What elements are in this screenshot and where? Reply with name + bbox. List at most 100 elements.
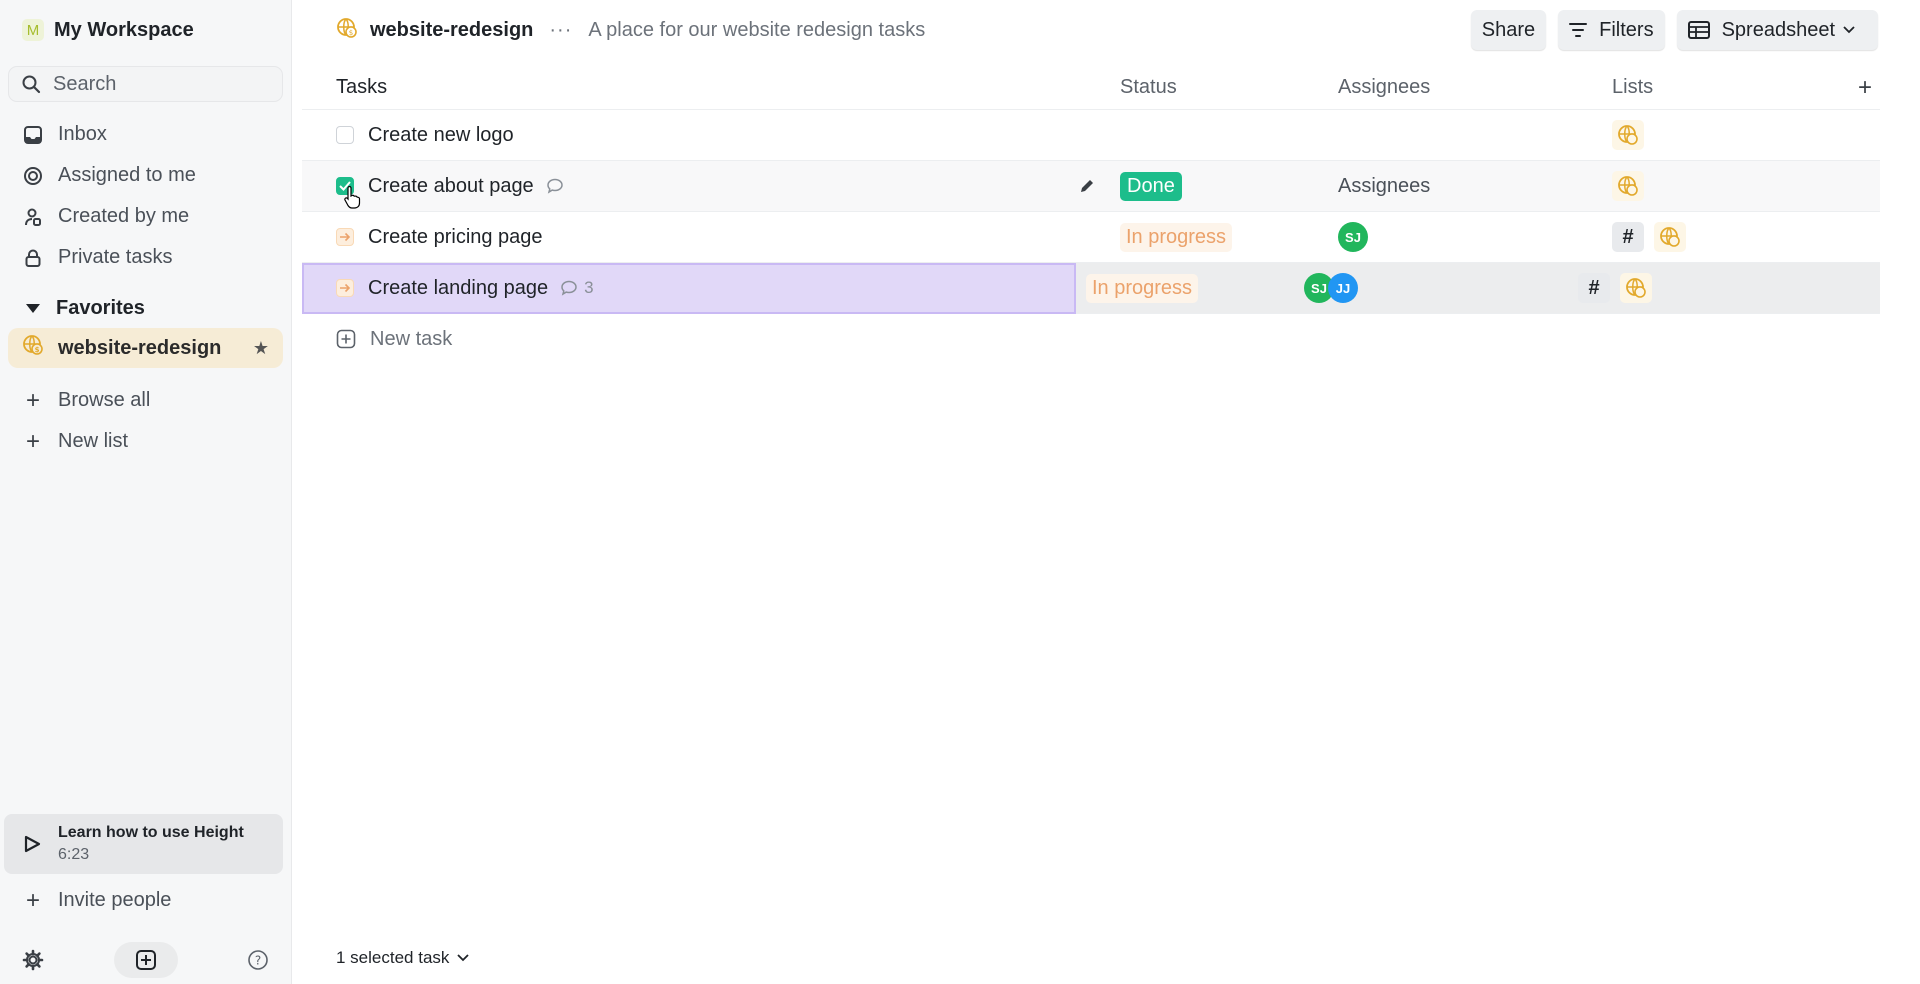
lists-cell[interactable]	[1612, 120, 1850, 150]
column-header-status[interactable]: Status	[1110, 76, 1338, 99]
task-name[interactable]: Create landing page	[368, 277, 548, 300]
favorites-title: Favorites	[56, 296, 145, 319]
search-box[interactable]	[8, 66, 283, 102]
more-options-icon[interactable]: ···	[549, 19, 572, 42]
chevron-down-icon	[1843, 26, 1855, 34]
globe-icon	[1620, 273, 1652, 303]
lists-cell[interactable]: #	[1612, 222, 1850, 252]
project-title[interactable]: website-redesign	[370, 19, 533, 42]
browse-all-button[interactable]: + Browse all	[8, 380, 283, 421]
assignees-placeholder: Assignees	[1338, 174, 1431, 197]
chevron-down-icon	[457, 954, 470, 962]
learn-title: Learn how to use Height	[58, 824, 244, 841]
task-name[interactable]: Create pricing page	[368, 226, 543, 249]
sidebar-bottom-toolbar: ?	[8, 942, 283, 978]
sidebar: M My Workspace Inbox Assigned to me Crea…	[0, 0, 292, 984]
favorite-label: website-redesign	[58, 336, 222, 359]
column-header-assignees[interactable]: Assignees	[1338, 76, 1612, 99]
plus-icon: +	[25, 427, 40, 455]
hash-icon: #	[1578, 273, 1610, 303]
sidebar-item-label: Assigned to me	[58, 164, 196, 186]
header-actions: Share Filters Spreadsheet	[1470, 10, 1878, 50]
table-header: Tasks Status Assignees Lists +	[302, 66, 1880, 110]
share-button[interactable]: Share	[1470, 10, 1547, 50]
column-header-lists[interactable]: Lists	[1612, 76, 1850, 99]
table-row[interactable]: Create about page Done Assignees	[302, 161, 1880, 212]
new-list-button[interactable]: + New list	[8, 421, 283, 462]
sidebar-item-label: Private tasks	[58, 246, 173, 268]
favorites-header[interactable]: Favorites	[8, 288, 283, 328]
hand-cursor-icon	[344, 186, 361, 209]
learn-duration: 6:23	[58, 846, 90, 863]
project-header: $ website-redesign ··· A place for our w…	[292, 0, 1920, 60]
sidebar-item-created[interactable]: Created by me	[8, 196, 283, 237]
add-column-button[interactable]: +	[1850, 74, 1880, 102]
task-status-in-progress-icon[interactable]	[336, 279, 354, 297]
lock-icon	[22, 247, 44, 269]
workspace-avatar: M	[22, 19, 44, 41]
status-cell[interactable]: In progress	[1110, 222, 1338, 252]
table-row[interactable]: Create pricing page In progress SJ #	[302, 212, 1880, 263]
lists-cell[interactable]	[1612, 171, 1850, 201]
task-name[interactable]: Create new logo	[368, 124, 514, 147]
hash-icon: #	[1612, 222, 1644, 252]
new-task-row[interactable]: New task	[302, 314, 1880, 364]
sidebar-item-private[interactable]: Private tasks	[8, 237, 283, 278]
learn-video-card[interactable]: Learn how to use Height 6:23	[4, 814, 283, 874]
play-icon	[24, 835, 41, 853]
assignees-cell[interactable]: Assignees	[1338, 175, 1612, 198]
table-row[interactable]: Create new logo	[302, 110, 1880, 161]
person-icon	[22, 206, 44, 228]
workspace-name: My Workspace	[54, 18, 194, 41]
sidebar-item-label: Inbox	[58, 123, 107, 145]
workspace-switcher[interactable]: M My Workspace	[8, 0, 283, 60]
help-icon[interactable]: ?	[247, 949, 269, 971]
gear-icon[interactable]	[22, 949, 44, 971]
sidebar-item-website-redesign[interactable]: $ website-redesign ★	[8, 328, 283, 368]
inbox-icon	[22, 124, 44, 146]
selection-summary[interactable]: 1 selected task	[336, 948, 470, 968]
globe-icon: $	[336, 17, 358, 44]
comment-count: 3	[584, 278, 594, 297]
assignees-cell[interactable]: SJ JJ	[1304, 273, 1578, 303]
avatar[interactable]: JJ	[1328, 273, 1358, 303]
lists-cell[interactable]: #	[1578, 273, 1850, 303]
app-root: M My Workspace Inbox Assigned to me Crea…	[0, 0, 1920, 984]
task-name[interactable]: Create about page	[368, 175, 534, 198]
comment-indicator[interactable]: 3	[560, 278, 594, 298]
svg-text:?: ?	[255, 954, 261, 968]
share-label: Share	[1481, 18, 1536, 41]
pencil-icon[interactable]	[1078, 177, 1096, 195]
view-switcher-button[interactable]: Spreadsheet	[1676, 10, 1878, 50]
main-content: $ website-redesign ··· A place for our w…	[292, 0, 1920, 984]
status-badge-done[interactable]: Done	[1120, 171, 1182, 201]
assignees-cell[interactable]: SJ	[1338, 222, 1612, 252]
sidebar-item-label: Created by me	[58, 205, 190, 227]
globe-icon	[1612, 171, 1644, 201]
status-badge-in-progress[interactable]: In progress	[1120, 222, 1233, 252]
view-label: Spreadsheet	[1721, 18, 1835, 41]
status-badge-in-progress[interactable]: In progress	[1086, 273, 1199, 303]
browse-all-label: Browse all	[58, 389, 151, 411]
status-cell[interactable]: In progress	[1076, 273, 1304, 303]
column-header-tasks[interactable]: Tasks	[336, 76, 1110, 99]
sidebar-item-assigned[interactable]: Assigned to me	[8, 155, 283, 196]
task-status-in-progress-icon[interactable]	[336, 228, 354, 246]
comment-indicator[interactable]	[546, 178, 564, 194]
task-checkbox[interactable]	[336, 126, 354, 144]
new-list-label: New list	[58, 430, 129, 452]
avatar[interactable]: SJ	[1338, 222, 1368, 252]
target-icon	[22, 165, 44, 187]
project-description[interactable]: A place for our website redesign tasks	[588, 19, 925, 42]
sidebar-item-inbox[interactable]: Inbox	[8, 114, 283, 155]
star-icon[interactable]: ★	[253, 338, 269, 359]
status-cell[interactable]: Done	[1110, 171, 1338, 201]
search-icon	[22, 75, 41, 94]
new-task-button[interactable]	[113, 942, 178, 978]
globe-icon	[1612, 120, 1644, 150]
search-input[interactable]	[53, 72, 253, 96]
caret-down-icon	[26, 303, 40, 313]
table-row-selected[interactable]: Create landing page 3 In progress SJ JJ …	[302, 262, 1880, 314]
filters-button[interactable]: Filters	[1558, 10, 1665, 50]
invite-people-button[interactable]: + Invite people	[8, 880, 171, 921]
